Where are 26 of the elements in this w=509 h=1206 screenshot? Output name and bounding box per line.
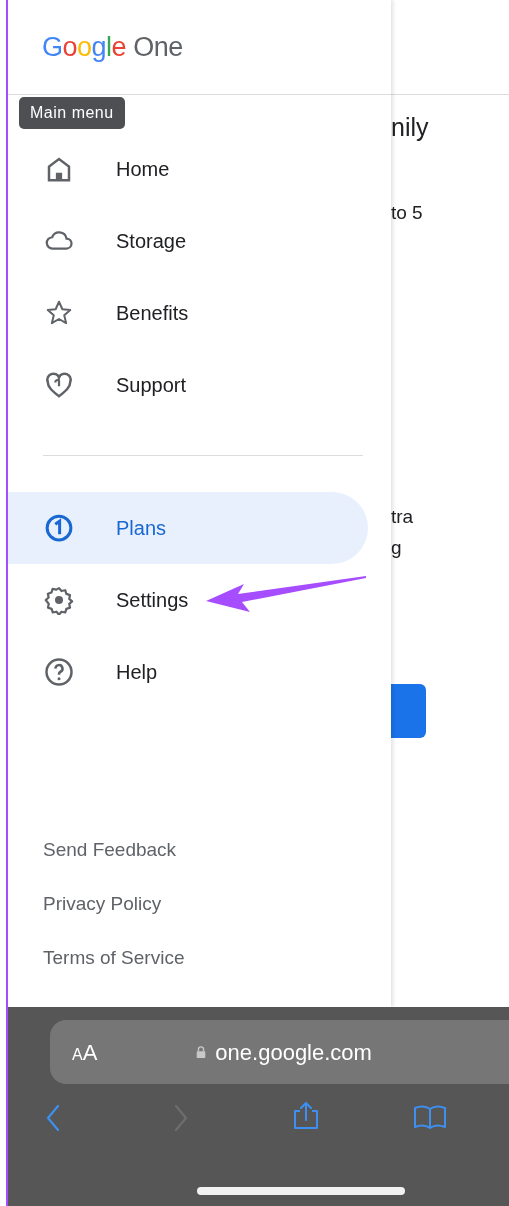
menu-item[interactable]: Support (8, 349, 187, 421)
menu-item[interactable]: Home (8, 133, 170, 205)
page-text: nily (391, 112, 429, 143)
button[interactable] (391, 684, 426, 738)
share-button[interactable] (291, 1101, 321, 1131)
text-size-button[interactable]: AA (72, 1035, 98, 1069)
tooltip: Main menu (19, 97, 125, 129)
menu-item[interactable]: Settings (8, 564, 189, 636)
menu-item[interactable]: Plans (8, 492, 368, 564)
help-icon (44, 657, 74, 687)
footer-link[interactable]: Terms of Service (8, 931, 391, 985)
url-text: one.google.com (215, 1038, 372, 1067)
number-one-icon (44, 513, 74, 543)
footer-link[interactable]: Send Feedback (8, 823, 391, 877)
page-text: tra (391, 505, 414, 529)
footer-link[interactable]: Privacy Policy (8, 877, 391, 931)
settings-icon (44, 585, 74, 615)
address-bar[interactable]: AA one.google.com (50, 1020, 509, 1084)
menu-item[interactable]: Benefits (8, 277, 189, 349)
heart-icon (44, 370, 74, 400)
lock-icon (195, 1044, 208, 1060)
page-text: g (391, 535, 402, 560)
menu-item[interactable]: Help (8, 636, 158, 708)
page-text: to 5 (391, 200, 423, 225)
logo: Google One (42, 30, 183, 64)
menu-item[interactable]: Storage (8, 205, 187, 277)
